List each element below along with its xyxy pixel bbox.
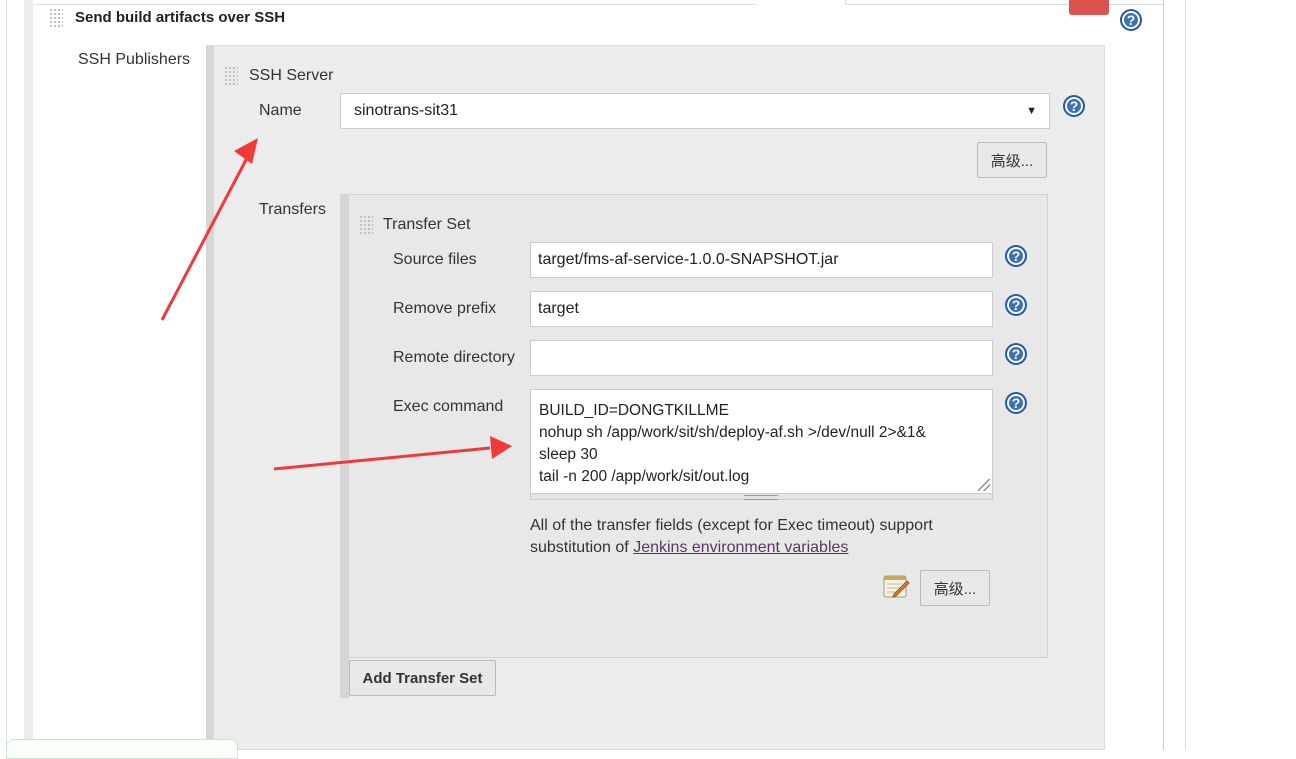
annotation-arrows [160, 138, 512, 471]
red-arrow-to-name [160, 138, 258, 321]
red-arrow-to-exec-command [273, 436, 512, 471]
